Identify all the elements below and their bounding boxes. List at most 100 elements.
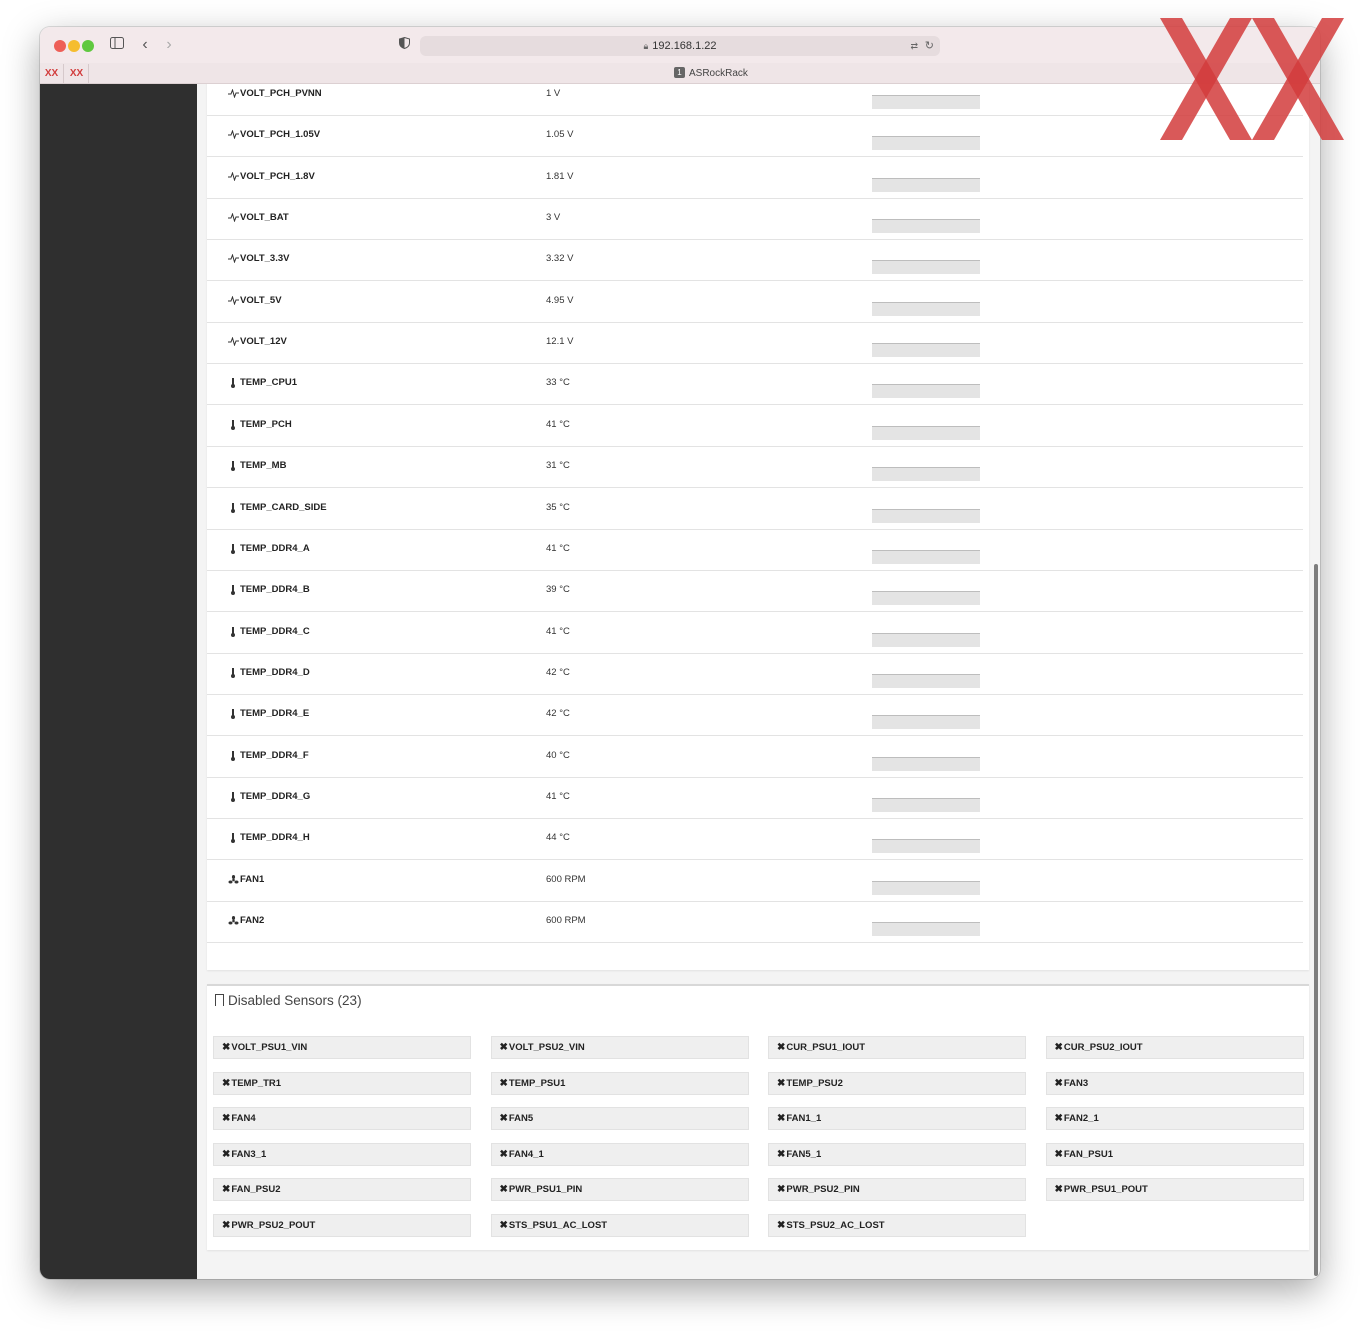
sensor-row: FAN2 600 RPM	[207, 902, 1303, 943]
sensor-name: TEMP_DDR4_B	[240, 584, 310, 596]
sensor-gauge	[872, 508, 980, 523]
disabled-sensor-chip[interactable]: ✖PWR_PSU1_PIN	[490, 1178, 749, 1202]
voltage-icon	[227, 129, 239, 142]
voltage-icon	[227, 295, 239, 308]
disabled-sensor-chip[interactable]: ✖TEMP_TR1	[213, 1071, 471, 1095]
sensor-value: 41 °C	[546, 418, 570, 430]
sensor-row: TEMP_CARD_SIDE 35 °C	[207, 489, 1303, 530]
sensor-value: 4.95 V	[546, 294, 574, 306]
tab-title: ASRockRack	[689, 68, 748, 79]
disabled-sensor-chip[interactable]: ✖VOLT_PSU2_VIN	[490, 1036, 749, 1059]
close-window-button[interactable]	[54, 40, 66, 52]
thermometer-icon	[227, 791, 239, 805]
close-icon: ✖	[1054, 1113, 1063, 1125]
disabled-sensor-name: FAN5	[508, 1113, 534, 1125]
sensor-value: 600 RPM	[546, 915, 586, 926]
sensor-gauge	[872, 136, 980, 151]
translate-icon[interactable]: ⇄	[910, 36, 918, 56]
sensor-value: 3.32 V	[546, 253, 574, 265]
bookmark-icon	[215, 994, 224, 1006]
sensor-value: 1.05 V	[546, 129, 574, 141]
thermometer-icon	[227, 461, 239, 474]
sensor-name: TEMP_DDR4_E	[240, 708, 310, 720]
sensor-row: TEMP_CPU1 33 °C	[207, 364, 1303, 406]
disabled-sensor-name: FAN3	[1063, 1077, 1089, 1089]
disabled-sensor-name: CUR_PSU2_IOUT	[1063, 1042, 1143, 1053]
disabled-sensor-chip[interactable]: ✖FAN1_1	[768, 1107, 1026, 1131]
disabled-sensor-chip[interactable]: ✖TEMP_PSU2	[768, 1071, 1026, 1095]
disabled-sensor-chip[interactable]: ✖STS_PSU1_AC_LOST	[490, 1214, 749, 1237]
sensor-gauge	[872, 467, 980, 482]
voltage-icon	[227, 88, 239, 101]
sensor-value: 41 °C	[546, 625, 570, 637]
pinned-tab[interactable]: XX	[65, 64, 89, 83]
disabled-sensor-name: TEMP_PSU1	[508, 1077, 566, 1089]
sensor-name: VOLT_BAT	[240, 212, 289, 224]
disabled-sensor-chip[interactable]: ✖FAN4_1	[490, 1142, 749, 1166]
fan-icon	[227, 874, 239, 888]
disabled-sensor-chip[interactable]: ✖FAN2_1	[1045, 1107, 1304, 1131]
sensor-name: TEMP_DDR4_D	[240, 666, 310, 678]
disabled-sensor-chip[interactable]: ✖FAN5_1	[768, 1142, 1026, 1166]
sensor-name: TEMP_DDR4_H	[240, 832, 310, 844]
sensor-row: VOLT_3.3V 3.32 V	[207, 240, 1303, 282]
disabled-sensor-chip[interactable]: ✖CUR_PSU1_IOUT	[768, 1036, 1026, 1059]
sidebar-toggle-icon[interactable]	[108, 35, 126, 55]
disabled-sensor-chip[interactable]: ✖TEMP_PSU1	[490, 1071, 749, 1095]
sensor-gauge	[872, 384, 980, 399]
scrollbar[interactable]	[1314, 564, 1318, 1276]
back-icon[interactable]: ‹	[138, 35, 152, 55]
reload-icon[interactable]: ↻	[925, 36, 934, 56]
sensor-value: 31 °C	[546, 460, 570, 472]
disabled-sensor-chip[interactable]: ✖PWR_PSU2_POUT	[213, 1214, 471, 1237]
disabled-sensor-chip[interactable]: ✖FAN_PSU1	[1045, 1142, 1304, 1166]
close-icon: ✖	[222, 1077, 231, 1089]
disabled-sensor-name: TEMP_PSU2	[786, 1077, 843, 1089]
sensor-row: FAN1 600 RPM	[207, 861, 1303, 902]
sensor-name: TEMP_DDR4_A	[240, 542, 310, 554]
sensor-gauge	[872, 425, 980, 440]
disabled-sensor-chip[interactable]: ✖FAN_PSU2	[213, 1178, 471, 1202]
disabled-sensor-chip[interactable]: ✖FAN3_1	[213, 1142, 471, 1166]
disabled-sensor-chip[interactable]: ✖PWR_PSU1_POUT	[1045, 1178, 1304, 1202]
sensor-name: VOLT_PCH_PVNN	[240, 88, 322, 99]
disabled-sensor-chip[interactable]: ✖VOLT_PSU1_VIN	[213, 1036, 471, 1059]
sensor-name: TEMP_DDR4_F	[240, 749, 309, 761]
active-tab[interactable]: 1 ASRockRack	[674, 66, 748, 81]
privacy-shield-icon[interactable]	[396, 35, 412, 55]
sensor-gauge	[872, 301, 980, 316]
close-icon: ✖	[499, 1077, 508, 1089]
sensor-name: TEMP_MB	[240, 460, 287, 472]
disabled-sensor-chip[interactable]: ✖FAN5	[490, 1107, 749, 1131]
sensor-value: 40 °C	[546, 749, 570, 761]
disabled-sensor-chip[interactable]: ✖FAN4	[213, 1107, 471, 1131]
close-icon: ✖	[1054, 1184, 1063, 1196]
address-bar[interactable]: 🔒︎ 192.168.1.22 ⇄ ↻	[420, 36, 940, 56]
sensor-name: FAN1	[240, 873, 265, 885]
disabled-sensors-title-text: Disabled Sensors (23)	[228, 993, 362, 1008]
close-icon: ✖	[777, 1077, 786, 1089]
title-bar: ‹ › 🔒︎ 192.168.1.22 ⇄ ↻	[40, 27, 1320, 63]
disabled-sensors-panel: Disabled Sensors (23) ✖VOLT_PSU1_VIN ✖VOL…	[207, 984, 1309, 1250]
sensor-row: TEMP_DDR4_G 41 °C	[207, 778, 1303, 819]
disabled-sensor-chip[interactable]: ✖PWR_PSU2_PIN	[768, 1178, 1026, 1202]
forward-icon[interactable]: ›	[162, 35, 176, 55]
tab-number-badge: 1	[674, 67, 685, 78]
disabled-sensor-chip[interactable]: ✖FAN3	[1045, 1071, 1304, 1095]
fan-icon	[227, 916, 239, 929]
sensor-row: VOLT_12V 12.1 V	[207, 323, 1303, 365]
disabled-sensor-name: FAN1_1	[786, 1113, 822, 1125]
tab-bar: XX XX 1 ASRockRack	[40, 63, 1320, 84]
sensor-value: 42 °C	[546, 708, 570, 720]
disabled-sensor-chip[interactable]: ✖CUR_PSU2_IOUT	[1045, 1036, 1304, 1059]
zoom-window-button[interactable]	[82, 40, 94, 52]
disabled-sensor-name: PWR_PSU2_POUT	[231, 1220, 316, 1231]
disabled-sensor-name: VOLT_PSU2_VIN	[508, 1042, 585, 1053]
sensor-name: VOLT_PCH_1.8V	[240, 170, 315, 182]
watermark-logo	[1160, 18, 1344, 140]
pinned-tab[interactable]: XX	[40, 64, 64, 83]
browser-window: ‹ › 🔒︎ 192.168.1.22 ⇄ ↻ XX XX 1 ASRockRack…	[40, 27, 1320, 1279]
sensor-name: TEMP_CPU1	[240, 377, 298, 389]
minimize-window-button[interactable]	[68, 40, 80, 52]
disabled-sensor-chip[interactable]: ✖STS_PSU2_AC_LOST	[768, 1214, 1026, 1237]
